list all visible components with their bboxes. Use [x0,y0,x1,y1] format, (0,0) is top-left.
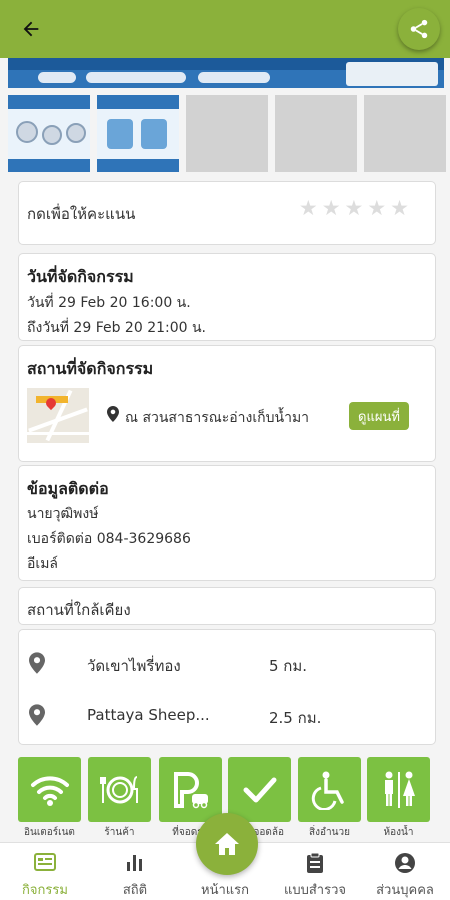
gallery-thumbnail[interactable] [186,95,268,172]
event-date-title: วันที่จัดกิจกรรม [27,267,134,286]
event-start-date: วันที่ 29 Feb 20 16:00 น. [27,295,191,311]
contact-name: นายวุฒิพงษ์ [27,506,99,522]
nav-profile[interactable]: ส่วนบุคคล [360,843,450,900]
nearby-item[interactable]: Pattaya Sheep... 2.5 กม. [19,694,437,734]
event-date-card: วันที่จัดกิจกรรม วันที่ 29 Feb 20 16:00 … [18,253,436,341]
nearby-item-distance: 5 กม. [269,657,308,675]
facility-label: ร้านค้า [104,827,135,838]
nav-stats[interactable]: สถิติ [90,843,180,900]
restaurant-icon [99,775,138,803]
star-icon[interactable]: ★ [322,198,341,219]
star-rating[interactable]: ★ ★ ★ ★ ★ [299,198,409,219]
rating-card[interactable]: กดเพื่อให้คะแนน ★ ★ ★ ★ ★ [18,181,436,245]
contact-email[interactable]: อีเมล์ [27,553,58,575]
venue-location: ณ สวนสาธารณะอ่างเก็บน้ำมา [125,410,310,426]
contact-phone[interactable]: เบอร์ติดต่อ 084-3629686 [27,528,191,550]
facility-label: อินเตอร์เนต [24,827,75,838]
facility-label: สิ่งอำนวย [309,827,350,838]
nav-survey[interactable]: แบบสำรวจ [270,843,360,900]
view-map-button[interactable]: ดูแผนที่ [349,402,409,430]
share-button[interactable] [398,8,440,50]
top-app-bar [0,0,450,58]
location-pin-icon [29,652,45,674]
check-icon [243,777,276,802]
event-end-date: ถึงวันที่ 29 Feb 20 21:00 น. [27,320,207,336]
star-icon[interactable]: ★ [299,198,318,219]
facility-restroom[interactable]: ห้องน้ำ [367,757,430,841]
nav-label: ส่วนบุคคล [376,883,434,898]
back-button[interactable] [14,12,48,46]
nav-activities[interactable]: กิจกรรม [0,843,90,900]
nav-label: แบบสำรวจ [283,883,347,898]
location-pin-icon [107,406,119,422]
star-icon[interactable]: ★ [367,198,386,219]
location-pin-icon [29,704,45,726]
nav-label: กิจกรรม [22,883,68,898]
map-thumbnail[interactable] [27,388,89,443]
home-button[interactable] [196,813,258,875]
gallery-thumbnail[interactable] [364,95,446,172]
nearby-list-card: วัดเขาไพรี่ทอง 5 กม. Pattaya Sheep... 2.… [18,629,436,745]
image-gallery [8,95,448,172]
facility-restaurant[interactable]: ร้านค้า [88,757,151,841]
stats-icon [127,855,142,871]
facility-wifi[interactable]: อินเตอร์เนต [18,757,81,841]
nearby-header-card: สถานที่ใกล้เคียง [18,587,436,625]
arrow-left-icon [23,21,39,37]
activities-icon [34,853,56,871]
wheelchair-icon [311,771,344,810]
restroom-icon [384,771,415,808]
nav-label: หน้าแรก [201,883,249,898]
share-icon [410,19,428,39]
gallery-thumbnail[interactable] [8,95,90,172]
star-icon[interactable]: ★ [390,198,409,219]
star-icon[interactable]: ★ [345,198,364,219]
nearby-item-name: Pattaya Sheep... [87,706,210,724]
gallery-thumbnail[interactable] [275,95,357,172]
profile-icon [395,853,415,873]
contact-card: ข้อมูลติดต่อ นายวุฒิพงษ์ เบอร์ติดต่อ 084… [18,465,436,581]
venue-title: สถานที่จัดกิจกรรม [27,359,154,378]
parking-icon [173,771,208,808]
venue-card: สถานที่จัดกิจกรรม ณ สวนสาธารณะอ่างเก็บน้… [18,345,436,462]
nearby-item-distance: 2.5 กม. [269,709,322,727]
contact-title: ข้อมูลติดต่อ [27,479,109,498]
rating-label: กดเพื่อให้คะแนน [27,205,136,223]
nearby-item[interactable]: วัดเขาไพรี่ทอง 5 กม. [19,642,437,682]
nav-label: สถิติ [122,883,148,898]
event-banner-image[interactable] [8,58,444,88]
nearby-item-name: วัดเขาไพรี่ทอง [87,657,181,675]
facility-label: ห้องน้ำ [383,827,414,838]
survey-icon [307,852,323,873]
facility-accessibility[interactable]: สิ่งอำนวย [298,757,361,841]
home-icon [215,833,239,855]
nearby-title: สถานที่ใกล้เคียง [27,601,131,619]
wifi-icon [30,775,69,806]
gallery-thumbnail[interactable] [97,95,179,172]
